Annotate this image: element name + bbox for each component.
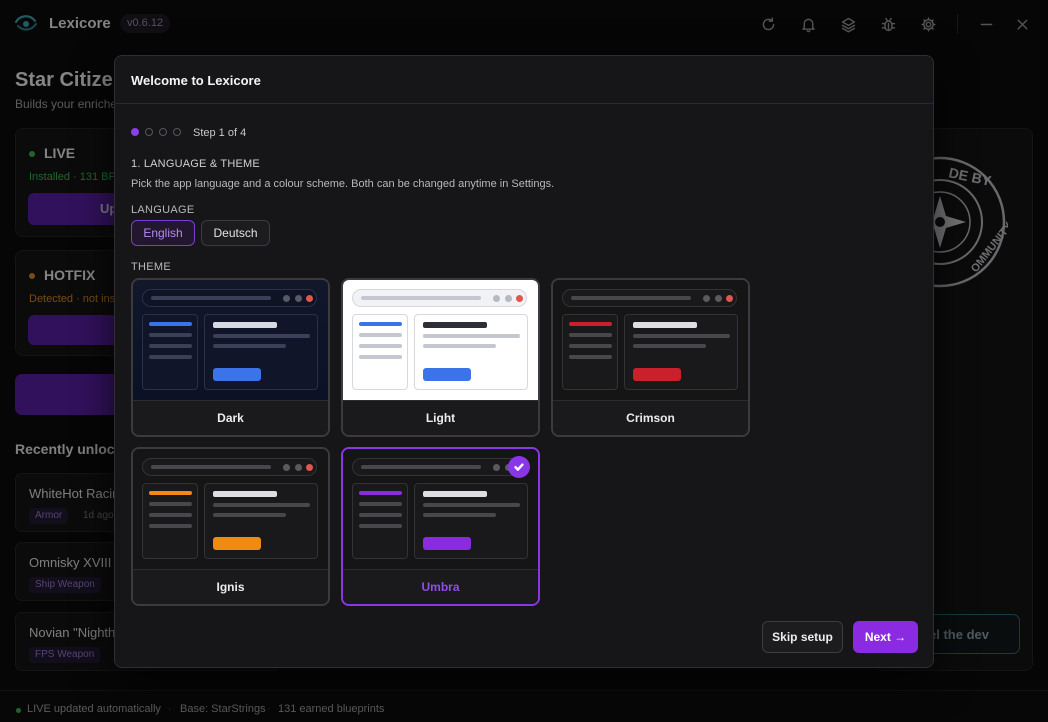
theme-option-light[interactable]: Light — [341, 278, 540, 437]
modal-header: Welcome to Lexicore — [115, 56, 933, 104]
skip-setup-button[interactable]: Skip setup — [762, 621, 843, 653]
theme-name: Crimson — [553, 400, 748, 435]
language-option-deutsch[interactable]: Deutsch — [201, 220, 270, 246]
language-option-english[interactable]: English — [131, 220, 195, 246]
theme-label: THEME — [131, 261, 171, 273]
next-button[interactable]: Next → — [853, 621, 918, 653]
section-heading: 1. LANGUAGE & THEME — [131, 158, 260, 170]
theme-option-ignis[interactable]: Ignis — [131, 447, 330, 606]
section-description: Pick the app language and a colour schem… — [131, 178, 555, 190]
step-dot — [131, 128, 139, 136]
modal-title: Welcome to Lexicore — [131, 73, 261, 88]
theme-preview — [343, 280, 538, 400]
theme-preview — [343, 449, 538, 569]
step-text: Step 1 of 4 — [193, 127, 247, 139]
theme-name: Dark — [133, 400, 328, 435]
theme-preview — [553, 280, 748, 400]
theme-name: Ignis — [133, 569, 328, 604]
selected-check-icon — [508, 456, 530, 478]
theme-name: Light — [343, 400, 538, 435]
theme-option-umbra[interactable]: Umbra — [341, 447, 540, 606]
language-label: LANGUAGE — [131, 204, 195, 216]
step-dot — [173, 128, 181, 136]
step-dot — [159, 128, 167, 136]
theme-name: Umbra — [343, 569, 538, 604]
theme-preview — [133, 280, 328, 400]
welcome-modal: Welcome to Lexicore Step 1 of 4 1. LANGU… — [114, 55, 934, 668]
step-dot — [145, 128, 153, 136]
theme-preview — [133, 449, 328, 569]
theme-option-crimson[interactable]: Crimson — [551, 278, 750, 437]
theme-option-dark[interactable]: Dark — [131, 278, 330, 437]
